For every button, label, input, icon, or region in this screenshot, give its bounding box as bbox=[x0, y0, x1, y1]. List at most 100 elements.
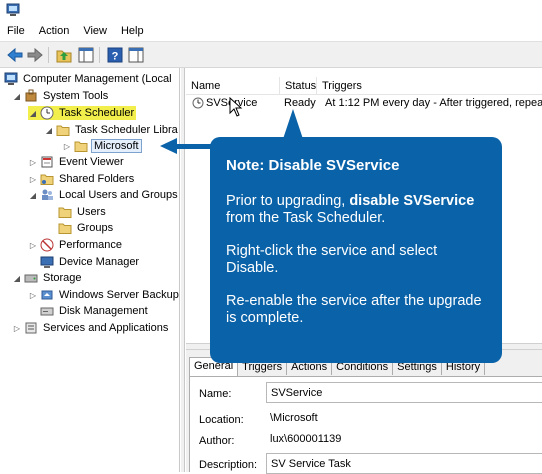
callout-emphasis: disable SVService bbox=[349, 193, 475, 209]
callout-paragraph-2: Right-click the service and select Disab… bbox=[226, 243, 438, 276]
callout-text: from the Task Scheduler. bbox=[226, 210, 386, 226]
toolbar: ? bbox=[0, 41, 542, 68]
folder-icon bbox=[74, 139, 88, 153]
description-field[interactable]: SV Service Task bbox=[266, 453, 542, 474]
navigation-tree: Computer Management (Local ◢ System Tool… bbox=[0, 68, 180, 472]
tree-item-label: Storage bbox=[43, 272, 82, 284]
tree-item-label: Task Scheduler Libra bbox=[75, 124, 178, 136]
tree-item-task-scheduler-library[interactable]: ◢ Task Scheduler Libra bbox=[44, 122, 179, 138]
collapse-arrow-icon[interactable]: ◢ bbox=[44, 126, 54, 135]
expand-arrow-icon[interactable]: ▷ bbox=[62, 142, 72, 151]
callout-paragraph-1: Prior to upgrading, disable SVService fr… bbox=[226, 193, 486, 227]
show-hide-action-pane-icon[interactable] bbox=[127, 46, 145, 64]
folder-icon bbox=[56, 123, 70, 137]
tree-item-storage[interactable]: ◢ Storage bbox=[12, 270, 84, 286]
title-bar bbox=[0, 0, 542, 22]
task-icon bbox=[192, 97, 204, 109]
author-label: Author: bbox=[199, 435, 235, 447]
tree-item-microsoft[interactable]: ▷ Microsoft bbox=[62, 138, 142, 154]
name-label: Name: bbox=[199, 388, 232, 400]
tree-item-groups[interactable]: Groups bbox=[56, 220, 115, 236]
svg-text:?: ? bbox=[112, 51, 119, 63]
toolbar-separator bbox=[48, 47, 49, 63]
tree-item-performance[interactable]: ▷ Performance bbox=[28, 237, 124, 253]
folder-icon bbox=[58, 205, 72, 219]
collapse-arrow-icon[interactable]: ◢ bbox=[12, 92, 22, 101]
show-hide-tree-icon[interactable] bbox=[77, 46, 95, 64]
general-tab-body: Name: SVService Location: \Microsoft Aut… bbox=[189, 376, 542, 474]
expand-arrow-icon[interactable]: ▷ bbox=[28, 241, 38, 250]
tree-item-device-manager[interactable]: Device Manager bbox=[38, 254, 141, 270]
tree-item-disk-management[interactable]: Disk Management bbox=[38, 303, 150, 319]
mouse-cursor-icon bbox=[229, 97, 243, 117]
tree-item-label: Event Viewer bbox=[59, 156, 124, 168]
menu-action[interactable]: Action bbox=[32, 22, 77, 41]
folder-icon bbox=[58, 221, 72, 235]
tools-icon bbox=[24, 89, 38, 103]
expand-arrow-icon[interactable]: ▷ bbox=[28, 291, 38, 300]
task-status-cell: Ready bbox=[284, 97, 316, 109]
task-triggers-cell: At 1:12 PM every day - After triggered, … bbox=[325, 97, 542, 109]
help-icon[interactable]: ? bbox=[106, 46, 124, 64]
callout-title-text: : Disable SVService bbox=[259, 157, 400, 174]
tree-item-users[interactable]: Users bbox=[56, 204, 108, 220]
tree-item-label: Windows Server Backup bbox=[59, 289, 179, 301]
collapse-arrow-icon[interactable]: ◢ bbox=[28, 191, 38, 200]
author-value: lux\600001139 bbox=[270, 433, 342, 445]
forward-icon[interactable] bbox=[26, 46, 44, 64]
menu-bar: File Action View Help bbox=[0, 22, 542, 41]
callout-title: Note: Disable SVService bbox=[226, 157, 486, 174]
computer-management-app-icon[interactable] bbox=[6, 3, 20, 17]
column-header-name[interactable]: Name bbox=[186, 77, 280, 95]
menu-view[interactable]: View bbox=[76, 22, 114, 41]
task-properties-pane: General Triggers Actions Conditions Sett… bbox=[186, 350, 542, 474]
tree-item-services-applications[interactable]: ▷ Services and Applications bbox=[12, 320, 170, 336]
callout-text: Prior to upgrading, bbox=[226, 193, 350, 209]
collapse-arrow-icon[interactable]: ◢ bbox=[28, 109, 38, 118]
menu-file[interactable]: File bbox=[0, 22, 32, 41]
tree-item-task-scheduler[interactable]: ◢ Task Scheduler bbox=[28, 105, 137, 121]
tree-item-label: Device Manager bbox=[59, 256, 140, 268]
column-header-status[interactable]: Status bbox=[280, 77, 317, 95]
tree-item-label: Task Scheduler bbox=[59, 107, 135, 119]
tree-item-label: Services and Applications bbox=[43, 322, 169, 334]
callout-paragraph-3: Re-enable the service after the upgrade … bbox=[226, 293, 482, 326]
storage-icon bbox=[24, 271, 38, 285]
back-icon[interactable] bbox=[6, 46, 24, 64]
backup-icon bbox=[40, 288, 54, 302]
disk-icon bbox=[40, 304, 54, 318]
expand-arrow-icon[interactable]: ▷ bbox=[28, 158, 38, 167]
tree-item-label: Users bbox=[77, 206, 106, 218]
up-folder-icon[interactable] bbox=[55, 46, 73, 64]
tree-item-label: System Tools bbox=[43, 90, 109, 102]
expand-arrow-icon[interactable]: ▷ bbox=[28, 175, 38, 184]
callout-arrow-head bbox=[160, 138, 177, 154]
device-manager-icon bbox=[40, 255, 54, 269]
performance-icon bbox=[40, 238, 54, 252]
toolbar-separator bbox=[99, 47, 100, 63]
tree-item-event-viewer[interactable]: ▷ Event Viewer bbox=[28, 154, 126, 170]
tree-item-label: Local Users and Groups bbox=[59, 189, 178, 201]
vertical-splitter[interactable] bbox=[181, 68, 185, 472]
callout-title-prefix: Note bbox=[226, 157, 260, 174]
callout-arrow-shaft bbox=[176, 144, 212, 149]
expand-arrow-icon[interactable]: ▷ bbox=[12, 324, 22, 333]
tree-item-computer-management[interactable]: Computer Management (Local bbox=[2, 71, 174, 87]
name-field[interactable]: SVService bbox=[266, 382, 542, 403]
collapse-arrow-icon[interactable]: ◢ bbox=[12, 274, 22, 283]
tree-item-shared-folders[interactable]: ▷ Shared Folders bbox=[28, 171, 136, 187]
tree-item-system-tools[interactable]: ◢ System Tools bbox=[12, 88, 110, 104]
event-viewer-icon bbox=[40, 155, 54, 169]
computer-management-icon bbox=[4, 72, 18, 86]
shared-folder-icon bbox=[40, 172, 54, 186]
tree-item-windows-server-backup[interactable]: ▷ Windows Server Backup bbox=[28, 287, 179, 303]
services-icon bbox=[24, 321, 38, 335]
column-header-triggers[interactable]: Triggers bbox=[317, 77, 542, 95]
menu-help[interactable]: Help bbox=[114, 22, 151, 41]
task-list-header: Name Status Triggers bbox=[186, 77, 542, 95]
tree-item-local-users-groups[interactable]: ◢ Local Users and Groups bbox=[28, 187, 179, 203]
tree-item-label: Microsoft bbox=[91, 139, 142, 153]
location-value: \Microsoft bbox=[270, 412, 318, 424]
tree-item-label: Shared Folders bbox=[59, 173, 135, 185]
description-label: Description: bbox=[199, 459, 258, 471]
